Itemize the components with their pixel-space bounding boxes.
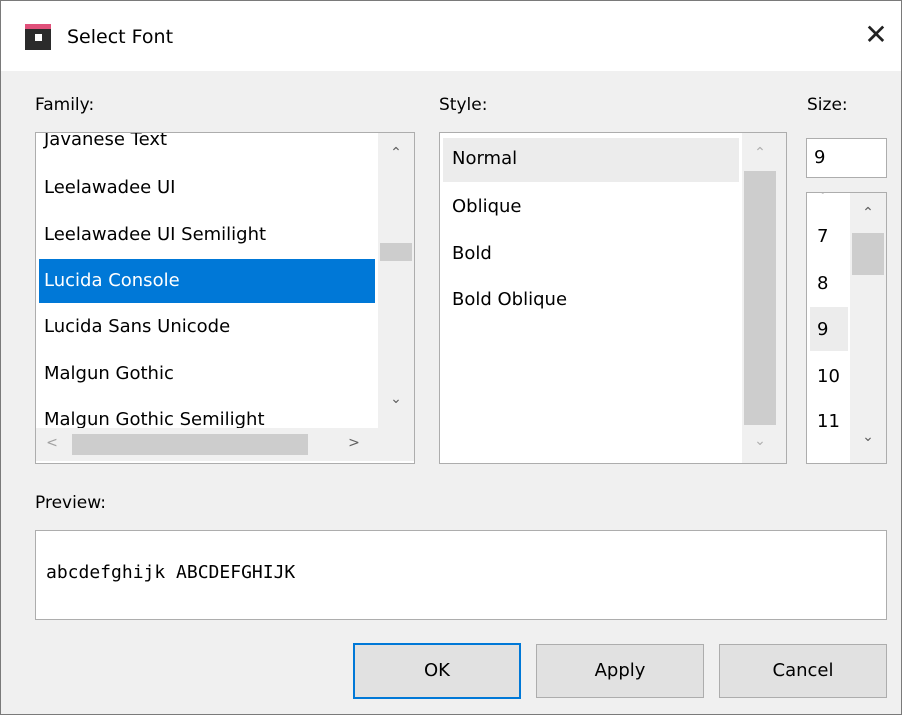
family-item[interactable]: Leelawadee UI bbox=[44, 177, 175, 198]
style-item[interactable]: Bold bbox=[452, 243, 492, 264]
app-icon-dot bbox=[35, 34, 42, 41]
cancel-button[interactable]: Cancel bbox=[719, 644, 887, 698]
app-icon bbox=[25, 24, 51, 50]
size-vertical-thumb[interactable] bbox=[852, 233, 884, 275]
style-listbox[interactable]: Normal Oblique Bold Bold Oblique ⌃ ⌄ bbox=[439, 132, 787, 464]
size-vertical-scrollbar[interactable]: ⌃ ⌄ bbox=[850, 193, 886, 463]
family-vertical-thumb[interactable] bbox=[380, 243, 412, 261]
size-item[interactable]: 11 bbox=[817, 411, 840, 432]
size-label: Size: bbox=[807, 95, 848, 115]
size-item[interactable]: 9 bbox=[817, 319, 828, 340]
scroll-up-icon[interactable]: ⌃ bbox=[742, 145, 778, 161]
ok-button[interactable]: OK bbox=[353, 643, 521, 699]
family-item[interactable]: Leelawadee UI Semilight bbox=[44, 224, 266, 245]
app-icon-stripe bbox=[25, 24, 51, 29]
style-item[interactable]: Bold Oblique bbox=[452, 289, 567, 310]
family-item[interactable]: Lucida Sans Unicode bbox=[44, 316, 230, 337]
apply-button[interactable]: Apply bbox=[536, 644, 704, 698]
preview-box: abcdefghijk ABCDEFGHIJK bbox=[35, 530, 887, 620]
scrollbar-corner bbox=[378, 428, 414, 461]
scroll-down-icon[interactable]: ⌄ bbox=[742, 433, 778, 449]
size-item[interactable]: 7 bbox=[817, 226, 828, 247]
family-item[interactable]: Javanese Text bbox=[44, 133, 167, 150]
family-item-selected[interactable]: Lucida Console bbox=[44, 270, 180, 291]
scroll-down-icon[interactable]: ⌄ bbox=[850, 429, 886, 445]
scroll-left-icon[interactable]: < bbox=[42, 435, 62, 451]
family-horizontal-thumb[interactable] bbox=[72, 434, 308, 455]
size-item[interactable]: 10 bbox=[817, 366, 840, 387]
style-item[interactable]: Normal bbox=[452, 148, 517, 169]
style-item[interactable]: Oblique bbox=[452, 196, 522, 217]
style-label: Style: bbox=[439, 95, 488, 115]
scroll-up-icon[interactable]: ⌃ bbox=[378, 145, 414, 161]
title-bar: Select Font ✕ bbox=[1, 1, 901, 71]
family-item[interactable]: Malgun Gothic bbox=[44, 363, 174, 384]
family-horizontal-scrollbar[interactable]: < > bbox=[36, 428, 378, 461]
size-item[interactable]: 8 bbox=[817, 273, 828, 294]
window-title: Select Font bbox=[67, 26, 174, 48]
style-vertical-thumb[interactable] bbox=[744, 171, 776, 425]
size-listbox[interactable]: 6 7 8 9 10 11 ⌃ ⌄ bbox=[806, 192, 887, 464]
family-item[interactable]: Malgun Gothic Semilight bbox=[44, 409, 265, 430]
family-label: Family: bbox=[35, 95, 95, 115]
scroll-up-icon[interactable]: ⌃ bbox=[850, 205, 886, 221]
size-input-value: 9 bbox=[814, 147, 826, 168]
size-item-partial: 6 bbox=[817, 193, 828, 198]
select-font-dialog: Select Font ✕ Family: Style: Size: Javan… bbox=[0, 0, 902, 715]
style-vertical-scrollbar[interactable]: ⌃ ⌄ bbox=[742, 133, 786, 463]
preview-text: abcdefghijk ABCDEFGHIJK bbox=[46, 562, 296, 583]
preview-label: Preview: bbox=[35, 493, 106, 513]
scroll-down-icon[interactable]: ⌄ bbox=[378, 391, 414, 407]
size-selected-highlight bbox=[810, 307, 848, 351]
family-listbox[interactable]: Javanese Text Leelawadee UI Leelawadee U… bbox=[35, 132, 415, 464]
scroll-right-icon[interactable]: > bbox=[344, 435, 364, 451]
size-input[interactable]: 9 bbox=[806, 138, 887, 178]
close-icon[interactable]: ✕ bbox=[856, 15, 896, 55]
family-vertical-scrollbar[interactable]: ⌃ ⌄ bbox=[378, 133, 414, 428]
